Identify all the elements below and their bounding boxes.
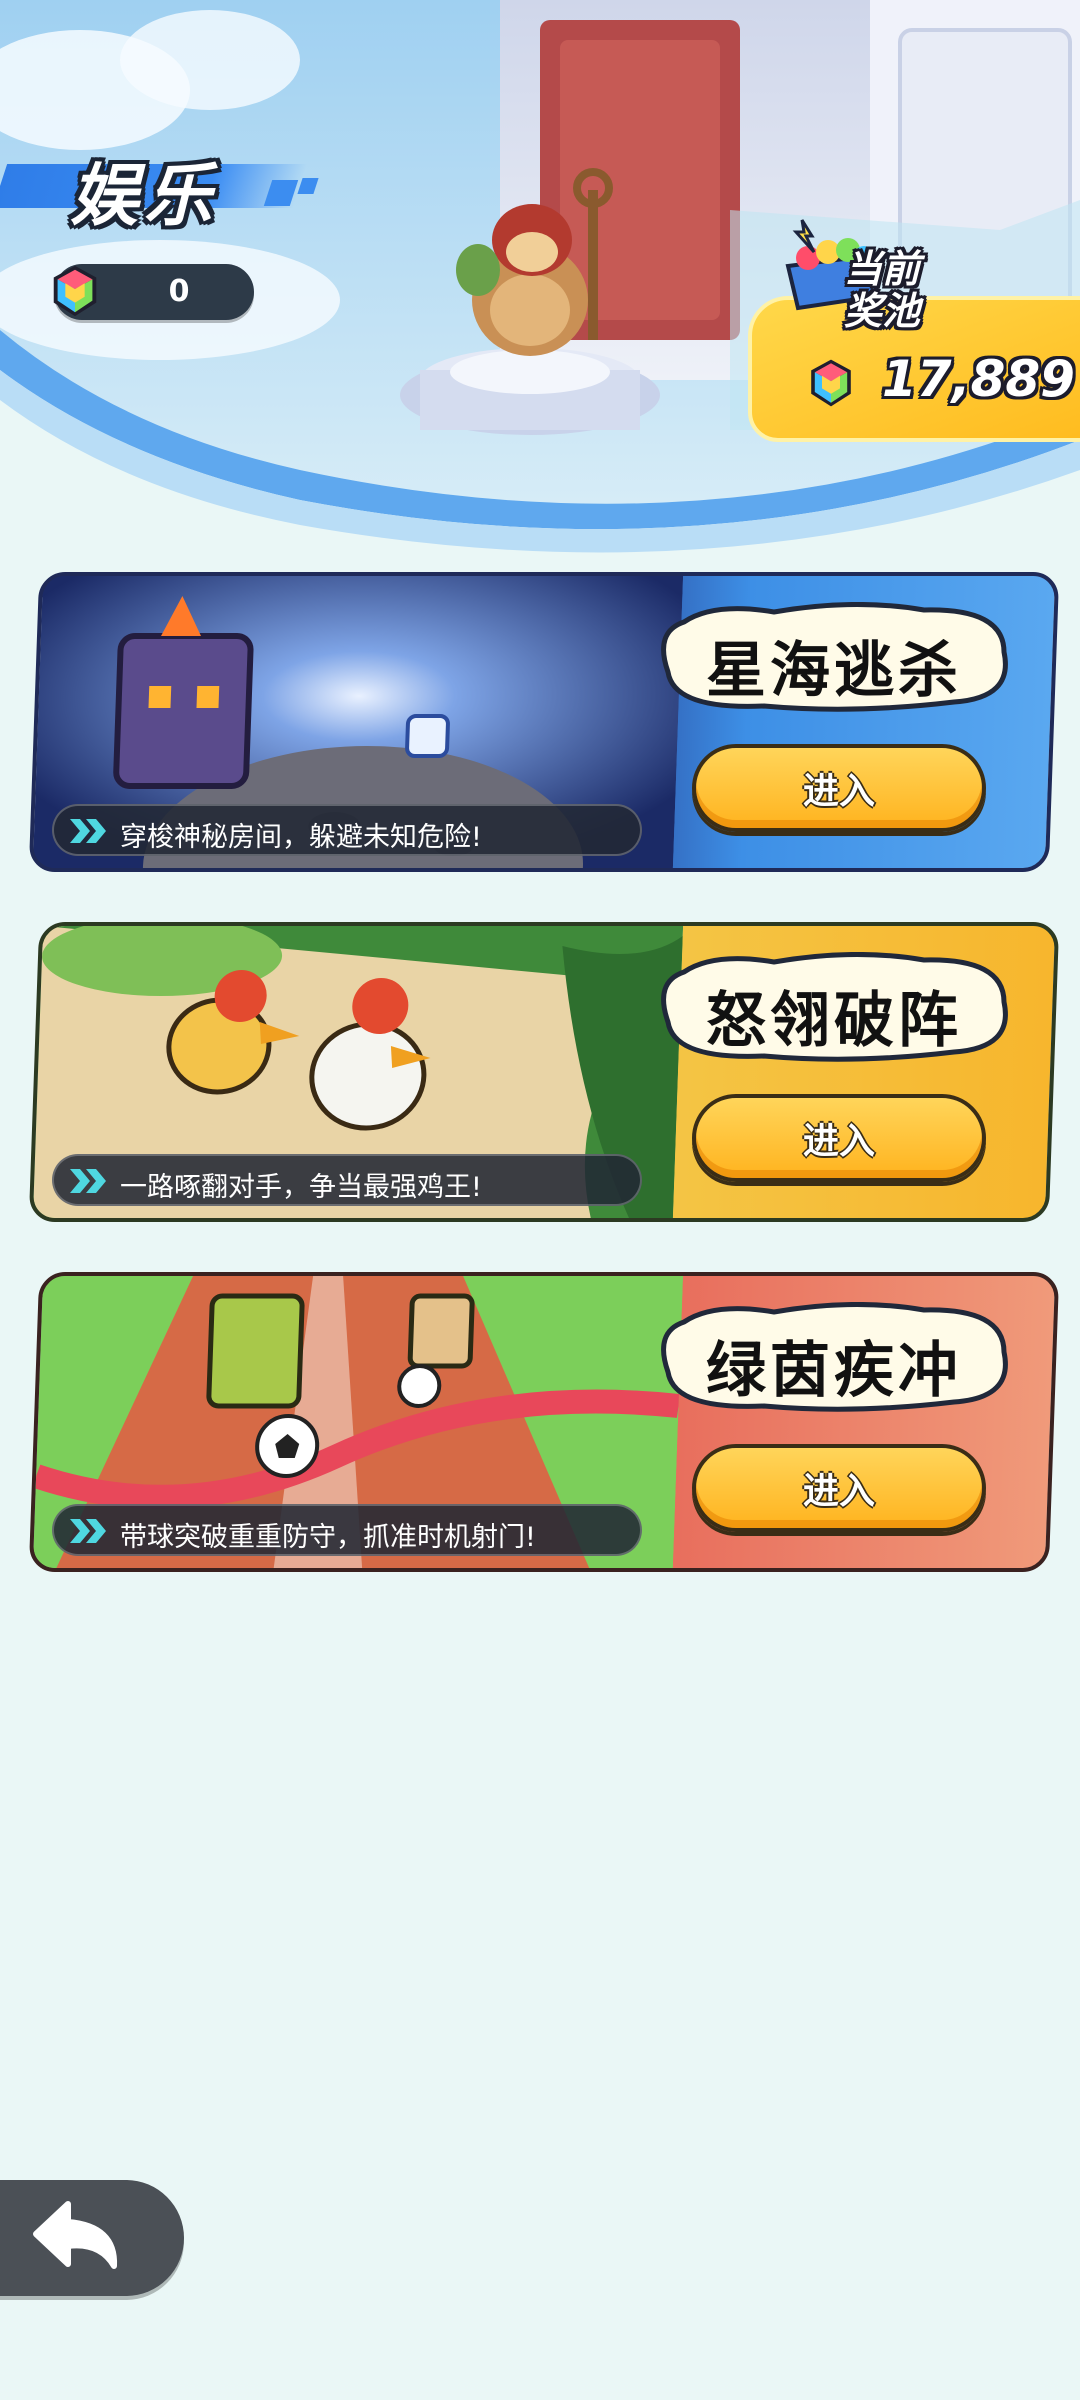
enter-button[interactable]: 进入 <box>692 1444 986 1532</box>
game-description-text: 穿梭神秘房间，躲避未知危险! <box>120 822 482 853</box>
jackpot-amount: 17,889 <box>882 350 1075 408</box>
title-banner-accent-small <box>297 178 319 194</box>
jackpot-panel: 当前 奖池 17,889 <box>748 219 1080 442</box>
enter-button[interactable]: 进入 <box>692 1094 986 1182</box>
enter-button[interactable]: 进入 <box>692 744 986 832</box>
game-card-green-dash[interactable]: 绿茵疾冲 进入 带球突破重重防守，抓准时机射门! <box>28 1272 1060 1572</box>
game-card-controls: 绿茵疾冲 进入 带球突破重重防守，抓准时机射门! <box>34 1272 1054 1572</box>
rainbow-gem-icon <box>53 265 97 317</box>
game-title-bubble <box>661 1302 1008 1412</box>
game-description: 一路啄翻对手，争当最强鸡王! <box>52 1154 642 1206</box>
jackpot-label-line1: 当前 <box>844 247 921 291</box>
page-title: 娱乐 <box>0 140 330 236</box>
back-arrow-icon <box>33 2201 118 2269</box>
gem-balance-value: 0 <box>168 274 190 309</box>
rainbow-gem-icon <box>811 359 851 407</box>
back-button[interactable] <box>0 2180 184 2296</box>
game-description-text: 带球突破重重防守，抓准时机射门! <box>120 1522 536 1553</box>
game-title-bubble <box>661 602 1008 712</box>
page-title-text: 娱乐 <box>70 157 219 236</box>
game-card-controls: 怒翎破阵 进入 一路啄翻对手，争当最强鸡王! <box>34 922 1054 1222</box>
jackpot-label: 当前 奖池 <box>844 248 994 332</box>
game-description: 带球突破重重防守，抓准时机射门! <box>52 1504 642 1556</box>
game-title-bubble <box>661 952 1008 1062</box>
jackpot-label-line2: 奖池 <box>844 289 921 333</box>
header-scene: 娱乐 0 当前 奖池 17,889 <box>0 0 1080 560</box>
double-chevron-icon <box>70 1169 106 1193</box>
game-card-angry-feathers[interactable]: 怒翎破阵 进入 一路啄翻对手，争当最强鸡王! <box>28 922 1060 1222</box>
gem-balance: 0 <box>53 264 254 320</box>
game-card-controls: 星海逃杀 进入 穿梭神秘房间，躲避未知危险! <box>34 572 1054 872</box>
game-card-star-sea[interactable]: 星海逃杀 进入 穿梭神秘房间，躲避未知危险! <box>28 572 1060 872</box>
double-chevron-icon <box>70 819 106 843</box>
game-description-text: 一路啄翻对手，争当最强鸡王! <box>120 1172 482 1203</box>
game-description: 穿梭神秘房间，躲避未知危险! <box>52 804 642 856</box>
double-chevron-icon <box>70 1519 106 1543</box>
